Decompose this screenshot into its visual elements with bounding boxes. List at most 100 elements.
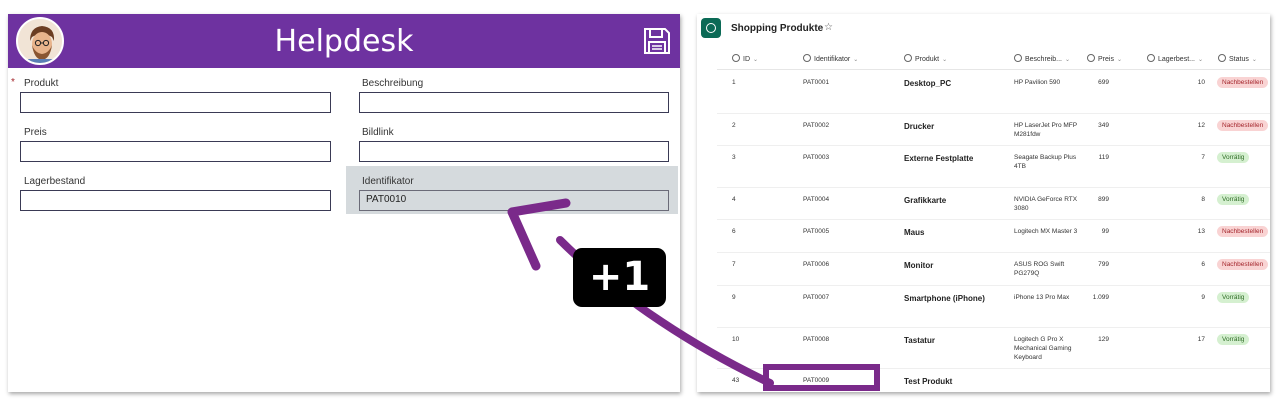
cell-identifikator: PAT0004: [803, 196, 830, 203]
row-divider: [717, 113, 1270, 114]
cell-id: 7: [732, 261, 736, 268]
cell-id: 6: [732, 228, 736, 235]
status-badge: Nachbestellen: [1217, 77, 1269, 88]
favorite-star-icon[interactable]: ☆: [824, 22, 833, 33]
cell-beschreibung: HP Pavilion 590: [1014, 79, 1061, 86]
cell-produkt: Monitor: [904, 261, 934, 270]
beschreibung-input[interactable]: [359, 92, 669, 113]
chevron-down-icon: ⌄: [1197, 57, 1203, 63]
app-title: Helpdesk: [274, 24, 414, 59]
cell-lagerbestand: 12: [1197, 122, 1205, 129]
column-type-icon: [803, 54, 811, 62]
cell-preis: 119: [1098, 154, 1109, 161]
helpdesk-app-panel: Helpdesk * Produkt Preis Lagerbestand Be…: [8, 14, 680, 392]
plus-one-badge: +1: [573, 248, 666, 307]
cell-identifikator: PAT0006: [803, 261, 830, 268]
chevron-down-icon: ⌄: [942, 57, 948, 63]
cell-produkt: Grafikkarte: [904, 196, 947, 205]
cell-produkt: Maus: [904, 228, 925, 237]
required-marker: *: [11, 77, 15, 88]
produkt-label: Produkt: [24, 78, 59, 89]
identifikator-input: PAT0010: [359, 190, 669, 211]
cell-beschreibung: Logitech G Pro X Mechanical Gaming Keybo…: [1014, 336, 1072, 361]
beschreibung-label: Beschreibung: [362, 78, 424, 89]
cell-preis: 899: [1098, 196, 1109, 203]
status-badge: Vorrätig: [1217, 152, 1250, 163]
cell-produkt: Tastatur: [904, 336, 935, 345]
identifikator-label: Identifikator: [362, 176, 414, 187]
app-header: Helpdesk: [8, 14, 680, 68]
list-title: Shopping Produkte: [731, 23, 824, 34]
bildlink-label: Bildlink: [362, 127, 394, 138]
cell-id: 2: [732, 122, 736, 129]
list-app-icon: [701, 18, 721, 38]
preis-input[interactable]: [20, 141, 331, 162]
cell-preis: 99: [1101, 228, 1109, 235]
cell-id: 10: [732, 336, 740, 343]
produkt-input[interactable]: [20, 92, 331, 113]
column-type-icon: [1147, 54, 1155, 62]
cell-lagerbestand: 13: [1197, 228, 1205, 235]
cell-lagerbestand: 9: [1201, 294, 1205, 301]
cell-id: 1: [732, 79, 736, 86]
cell-beschreibung: ASUS ROG Swift PG279Q: [1014, 261, 1065, 277]
status-badge: Vorrätig: [1217, 292, 1250, 303]
save-floppy-icon[interactable]: [642, 26, 672, 56]
avatar-icon: [16, 17, 64, 65]
cell-produkt: Drucker: [904, 122, 935, 131]
cell-id: 43: [732, 377, 740, 384]
bildlink-input[interactable]: [359, 141, 669, 162]
cell-lagerbestand: 7: [1201, 154, 1205, 161]
column-header-beschreibung[interactable]: Beschreib... ⌄: [1014, 54, 1070, 63]
column-header-id[interactable]: ID ⌄: [732, 54, 758, 63]
chevron-down-icon: ⌄: [753, 57, 759, 63]
column-type-icon: [904, 54, 912, 62]
cell-beschreibung: NVIDIA GeForce RTX 3080: [1014, 196, 1078, 212]
row-divider: [717, 219, 1270, 220]
cell-produkt: Desktop_PC: [904, 79, 952, 88]
preis-label: Preis: [24, 127, 47, 138]
status-badge: Vorrätig: [1217, 194, 1250, 205]
new-item-highlight: [763, 364, 880, 391]
header-divider: [717, 69, 1270, 70]
row-divider: [717, 252, 1270, 253]
cell-id: 9: [732, 294, 736, 301]
cell-preis: 129: [1098, 336, 1109, 343]
cell-lagerbestand: 6: [1201, 261, 1205, 268]
chevron-down-icon: ⌄: [853, 57, 859, 63]
chevron-down-icon: ⌄: [1116, 57, 1122, 63]
column-header-identifikator[interactable]: Identifikator ⌄: [803, 54, 858, 63]
column-header-produkt[interactable]: Produkt ⌄: [904, 54, 947, 63]
status-badge: Nachbestellen: [1217, 226, 1269, 237]
screenshot-stage: Helpdesk * Produkt Preis Lagerbestand Be…: [0, 0, 1280, 403]
chevron-down-icon: ⌄: [1251, 57, 1257, 63]
cell-id: 3: [732, 154, 736, 161]
cell-identifikator: PAT0005: [803, 228, 830, 235]
cell-identifikator: PAT0003: [803, 154, 830, 161]
sharepoint-list-panel: Shopping Produkte ☆ ID ⌄ Identifikator ⌄ P…: [697, 14, 1270, 392]
chevron-down-icon: ⌄: [1064, 57, 1070, 63]
cell-lagerbestand: 17: [1197, 336, 1205, 343]
cell-produkt: Smartphone (iPhone): [904, 294, 985, 303]
row-divider: [717, 145, 1270, 146]
cell-preis: 349: [1098, 122, 1109, 129]
cell-preis: 1.099: [1092, 294, 1109, 301]
cell-produkt: Externe Festplatte: [904, 154, 974, 163]
column-type-icon: [1087, 54, 1095, 62]
cell-beschreibung: HP LaserJet Pro MFP M281fdw: [1014, 122, 1077, 138]
cell-produkt: Test Produkt: [904, 377, 953, 386]
column-type-icon: [1218, 54, 1226, 62]
status-badge: Nachbestellen: [1217, 259, 1269, 270]
row-divider: [717, 327, 1270, 328]
cell-preis: 799: [1098, 261, 1109, 268]
cell-beschreibung: iPhone 13 Pro Max: [1014, 294, 1070, 301]
row-divider: [717, 187, 1270, 188]
cell-identifikator: PAT0007: [803, 294, 830, 301]
column-header-lagerbestand[interactable]: Lagerbest... ⌄: [1147, 54, 1203, 63]
column-type-icon: [732, 54, 740, 62]
lagerbestand-input[interactable]: [20, 190, 331, 211]
cell-identifikator: PAT0002: [803, 122, 830, 129]
column-header-preis[interactable]: Preis ⌄: [1087, 54, 1122, 63]
column-header-status[interactable]: Status ⌄: [1218, 54, 1257, 63]
cell-id: 4: [732, 196, 736, 203]
